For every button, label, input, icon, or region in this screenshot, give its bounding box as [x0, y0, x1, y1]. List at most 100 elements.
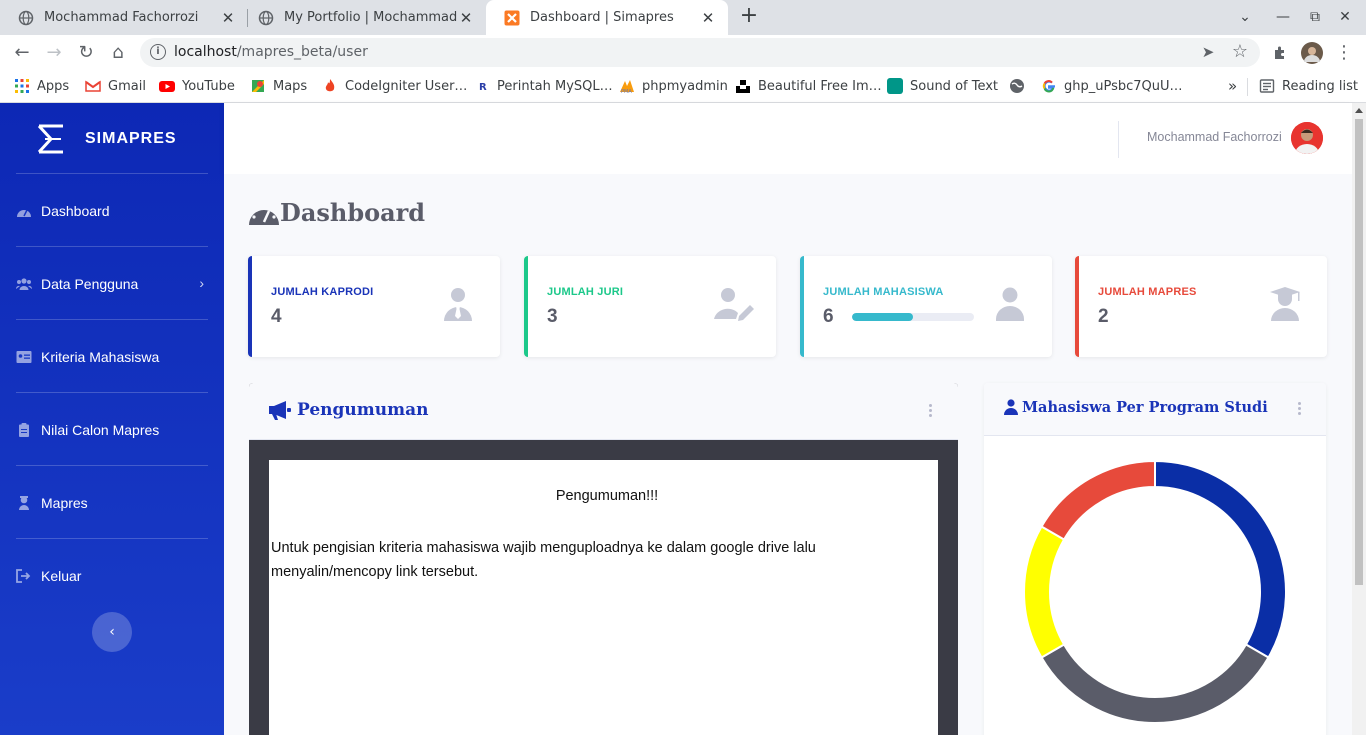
flame-icon [325, 79, 335, 92]
user-name[interactable]: Mochammad Fachorrozi [1147, 130, 1282, 144]
bookmark-label: Apps [37, 78, 70, 94]
bookmark-globe[interactable] [1009, 77, 1032, 95]
send-icon[interactable]: ➤ [1196, 40, 1220, 64]
tab-title: Mochammad Fachorrozi [44, 10, 199, 25]
site-info-icon[interactable]: i [150, 44, 166, 60]
award-icon [19, 495, 29, 510]
chart-title: Mahasiswa Per Program Studi [1022, 399, 1268, 416]
stat-card-mapres: JUMLAH MAPRES 2 [1075, 256, 1327, 357]
stat-card-kaprodi: JUMLAH KAPRODI 4 [248, 256, 500, 357]
reload-icon[interactable]: ↻ [74, 41, 98, 65]
close-tab-icon[interactable]: ✕ [700, 9, 716, 27]
bookmark-apps[interactable]: Apps [14, 77, 69, 95]
browser-tab[interactable]: My Portfolio | Mochammad Fa ✕ [240, 0, 486, 35]
bookmark-mysql[interactable]: R Perintah MySQL… [474, 77, 613, 95]
sidebar-item-keluar[interactable]: Keluar [16, 539, 208, 612]
bookmark-label: Sound of Text [910, 78, 999, 94]
bookmark-label: Maps [273, 78, 308, 94]
donut-slice[interactable] [1040, 643, 1270, 724]
card-accent-bar [248, 256, 252, 357]
close-tab-icon[interactable]: ✕ [458, 9, 474, 27]
more-options-icon[interactable] [927, 404, 933, 420]
back-icon[interactable]: ← [10, 41, 34, 65]
close-window-icon[interactable]: ✕ [1335, 7, 1355, 27]
bookmark-youtube[interactable]: YouTube [159, 77, 235, 95]
user-tie-icon [444, 288, 472, 321]
bookmark-gmail[interactable]: Gmail [85, 77, 146, 95]
url-host: localhost [174, 44, 237, 60]
chart-header: Mahasiswa Per Program Studi [984, 383, 1326, 436]
restore-icon[interactable]: ⧉ [1305, 7, 1325, 27]
reading-list-icon [1259, 79, 1275, 93]
bookmark-phpmyadmin[interactable]: PMA phpmyadmin [619, 77, 728, 95]
bookmark-label: Gmail [108, 78, 146, 94]
minimize-icon[interactable]: — [1273, 7, 1293, 27]
sidebar-item-mapres[interactable]: Mapres [16, 466, 208, 539]
avatar[interactable] [1291, 122, 1323, 154]
bookmark-label: CodeIgniter User… [345, 78, 468, 94]
address-bar[interactable]: i localhost/mapres_beta/user ➤ ☆ [140, 38, 1260, 67]
page-scrollbar[interactable] [1352, 103, 1366, 735]
sign-out-icon [16, 568, 31, 583]
r-letter-icon: R [479, 82, 487, 93]
stat-card-juri: JUMLAH JURI 3 [524, 256, 776, 357]
bookmark-unsplash[interactable]: Beautiful Free Im… [735, 77, 882, 95]
bookmark-maps[interactable]: Maps [250, 77, 307, 95]
progress-fill [852, 313, 913, 321]
browser-tab-bar: Mochammad Fachorrozi ✕ My Portfolio | Mo… [0, 0, 1366, 35]
donut-slice[interactable] [1154, 459, 1287, 659]
chevron-right-icon: › [199, 275, 204, 291]
browser-menu-icon[interactable]: ⋮ [1332, 41, 1356, 65]
sidebar-toggle-button[interactable]: ‹ [92, 612, 132, 652]
gmail-icon [85, 80, 101, 92]
sidebar-item-label: Keluar [41, 567, 82, 584]
chevron-left-icon: ‹ [109, 624, 115, 640]
maps-icon [252, 80, 264, 92]
bookmark-divider [1247, 78, 1248, 96]
users-icon [16, 277, 32, 290]
bookmark-codeigniter[interactable]: CodeIgniter User… [322, 77, 467, 95]
close-tab-icon[interactable]: ✕ [220, 9, 236, 27]
extensions-icon[interactable] [1268, 41, 1292, 65]
svg-text:R: R [479, 82, 487, 93]
more-options-icon[interactable] [1296, 402, 1302, 418]
home-icon[interactable]: ⌂ [106, 41, 130, 65]
tachometer-icon [17, 209, 31, 217]
bookmark-label: Beautiful Free Im… [758, 78, 882, 94]
bookmark-label: phpmyadmin [642, 78, 728, 94]
sidebar-item-dashboard[interactable]: Dashboard [16, 174, 208, 247]
more-bookmarks-button[interactable]: » [1228, 77, 1237, 95]
reading-list-button[interactable]: Reading list [1259, 77, 1358, 95]
card-label: JUMLAH KAPRODI [271, 286, 374, 298]
sidebar-item-nilai-calon-mapres[interactable]: Nilai Calon Mapres [16, 393, 208, 466]
donut-slice[interactable] [1040, 459, 1156, 541]
id-card-icon [16, 350, 32, 363]
svg-text:PMA: PMA [621, 89, 632, 94]
sidebar-item-kriteria-mahasiswa[interactable]: Kriteria Mahasiswa [16, 320, 208, 393]
url-text[interactable]: localhost/mapres_beta/user [174, 44, 368, 60]
sidebar-item-data-pengguna[interactable]: Data Pengguna › [16, 247, 208, 320]
announcement-body: Pengumuman!!! Untuk pengisian kriteria m… [269, 460, 938, 735]
tab-title: My Portfolio | Mochammad Fa [284, 10, 458, 25]
page-title: Dashboard [280, 198, 426, 227]
stat-card-mahasiswa: JUMLAH MAHASISWA 6 [800, 256, 1052, 357]
browser-tab-active[interactable]: Dashboard | Simapres ✕ [486, 0, 728, 35]
bookmark-google[interactable]: ghp_uPsbc7QuU… [1041, 77, 1183, 95]
announcement-text: Untuk pengisian kriteria mahasiswa wajib… [271, 540, 816, 580]
profile-avatar-icon[interactable] [1300, 41, 1324, 65]
bookmark-star-icon[interactable]: ☆ [1228, 40, 1252, 64]
tab-search-icon[interactable]: ⌄ [1235, 7, 1255, 27]
browser-tab[interactable]: Mochammad Fachorrozi ✕ [0, 0, 248, 35]
google-icon [1042, 80, 1055, 93]
new-tab-button[interactable]: + [737, 5, 761, 29]
bookmark-label: Perintah MySQL… [497, 78, 613, 94]
scroll-thumb[interactable] [1355, 119, 1363, 585]
globe-icon [18, 10, 34, 25]
bookmark-sound-of-text[interactable]: Sound of Text [887, 77, 998, 95]
announcement-card: Pengumuman Pengumuman!!! Untuk pengisian… [249, 383, 958, 735]
donut-slice[interactable] [1023, 525, 1066, 659]
brand[interactable]: SIMAPRES [35, 123, 177, 155]
forward-icon[interactable]: → [42, 41, 66, 65]
card-value: 3 [547, 306, 558, 327]
scroll-up-icon[interactable] [1355, 108, 1363, 113]
